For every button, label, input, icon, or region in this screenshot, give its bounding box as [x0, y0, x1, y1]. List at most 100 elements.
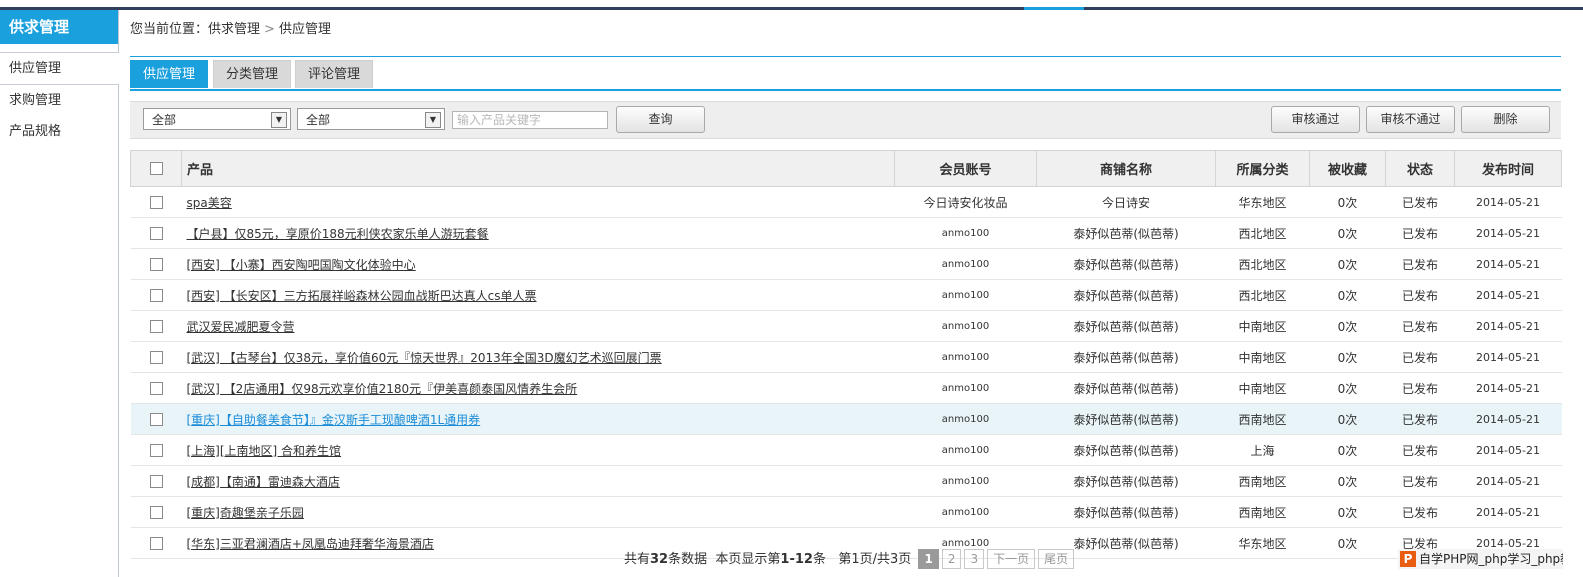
- cell-publish-time: 2014-05-21: [1454, 217, 1562, 249]
- top-bar: [0, 0, 1583, 10]
- cell-status: 已发布: [1385, 465, 1455, 497]
- product-link[interactable]: spa美容: [187, 196, 232, 210]
- row-select-cell[interactable]: [130, 465, 182, 497]
- tab-supply[interactable]: 供应管理: [130, 60, 209, 88]
- query-button[interactable]: 查询: [616, 106, 705, 133]
- row-checkbox[interactable]: [149, 196, 163, 209]
- sidebar-gap: [0, 44, 118, 53]
- table-row: 武汉爱民减肥夏令营 anmo100 泰妤似芭蒂(似芭蒂) 中南地区 0次 已发布 2014-…: [130, 310, 1562, 342]
- product-link[interactable]: [武汉] 【2店通用】仅98元欢享价值2180元『伊美喜颜泰国风情养生会所: [187, 382, 578, 396]
- reject-button[interactable]: 审核不通过: [1366, 106, 1455, 133]
- cell-status: 已发布: [1385, 248, 1455, 280]
- cell-publish-time: 2014-05-21: [1454, 279, 1562, 311]
- row-select-cell[interactable]: [130, 341, 182, 373]
- cell-status: 已发布: [1385, 310, 1455, 342]
- cell-category: 西北地区: [1215, 248, 1310, 280]
- tab-comments[interactable]: 评论管理: [295, 60, 374, 88]
- sidebar-item-spec[interactable]: 产品规格: [0, 116, 118, 147]
- page-1-button[interactable]: 1: [918, 549, 939, 569]
- row-select-cell[interactable]: [130, 279, 182, 311]
- row-checkbox[interactable]: [149, 289, 163, 302]
- cell-category: 西南地区: [1215, 403, 1310, 435]
- sidebar-item-supply[interactable]: 供应管理: [0, 53, 119, 85]
- cell-publish-time: 2014-05-21: [1454, 310, 1562, 342]
- product-link[interactable]: 武汉爱民减肥夏令营: [187, 320, 295, 334]
- product-link[interactable]: [武汉] 【古琴台】仅38元，享价值60元『惊天世界』2013年全国3D魔幻艺术…: [187, 351, 662, 365]
- row-checkbox[interactable]: [149, 258, 163, 271]
- row-select-cell[interactable]: [130, 372, 182, 404]
- delete-button[interactable]: 删除: [1461, 106, 1550, 133]
- cell-favorites: 0次: [1309, 372, 1386, 404]
- product-link[interactable]: [重庆]【自助餐美食节】』金汉斯手工现酿啤酒1L通用券: [187, 413, 481, 427]
- row-select-cell[interactable]: [130, 527, 182, 559]
- row-checkbox[interactable]: [149, 320, 163, 333]
- row-select-cell[interactable]: [130, 434, 182, 466]
- filter-select-1[interactable]: 全部 ▼: [143, 108, 291, 130]
- row-select-cell[interactable]: [130, 217, 182, 249]
- cell-product: [西安] 【小寨】西安陶吧国陶文化体验中心: [181, 248, 895, 280]
- product-link[interactable]: [成都]【南通】雷迪森大酒店: [187, 475, 340, 489]
- product-link[interactable]: [西安] 【小寨】西安陶吧国陶文化体验中心: [187, 258, 416, 272]
- cell-member-account: anmo100: [894, 403, 1037, 435]
- cell-favorites: 0次: [1309, 279, 1386, 311]
- next-page-button[interactable]: 下一页: [987, 549, 1036, 569]
- cell-favorites: 0次: [1309, 217, 1386, 249]
- product-link[interactable]: [华东]三亚君澜酒店+凤凰岛迪拜奢华海景酒店: [187, 537, 434, 551]
- cell-product: [上海][上南地区] 合和养生馆: [181, 434, 895, 466]
- filter-bar: 全部 ▼ 全部 ▼ 查询 审核通过 审核不通过 删除: [130, 101, 1561, 139]
- cell-category: 中南地区: [1215, 310, 1310, 342]
- pager-total-prefix: 共有: [624, 552, 651, 567]
- keyword-input[interactable]: [452, 111, 608, 129]
- product-link[interactable]: [西安] 【长安区】三方拓展祥峪森林公园血战斯巴达真人cs单人票: [187, 289, 537, 303]
- cell-category: 华东地区: [1215, 186, 1310, 218]
- page-3-button[interactable]: 3: [964, 549, 985, 569]
- row-checkbox[interactable]: [149, 506, 163, 519]
- header-select-all[interactable]: [130, 150, 182, 187]
- cell-product: spa美容: [181, 186, 895, 218]
- cell-favorites: 0次: [1309, 310, 1386, 342]
- row-select-cell[interactable]: [130, 248, 182, 280]
- cell-favorites: 0次: [1309, 527, 1386, 559]
- supply-table: 产品 会员账号 商铺名称 所属分类 被收藏 状态 发布时间 spa美容 今日诗安化…: [130, 150, 1562, 559]
- breadcrumb-level1[interactable]: 供求管理: [208, 22, 260, 37]
- tab-category[interactable]: 分类管理: [213, 60, 292, 88]
- cell-member-account: anmo100: [894, 465, 1037, 497]
- product-link[interactable]: [上海][上南地区] 合和养生馆: [187, 444, 342, 458]
- cell-category: 西南地区: [1215, 496, 1310, 528]
- cell-product: 【户县】仅85元，享原价188元利侠农家乐单人游玩套餐: [181, 217, 895, 249]
- cell-shop-name: 泰妤似芭蒂(似芭蒂): [1036, 279, 1216, 311]
- select-all-checkbox[interactable]: [149, 162, 163, 175]
- row-checkbox[interactable]: [149, 475, 163, 488]
- row-checkbox[interactable]: [149, 351, 163, 364]
- cell-publish-time: 2014-05-21: [1454, 465, 1562, 497]
- sidebar-item-purchase[interactable]: 求购管理: [0, 85, 118, 116]
- row-select-cell[interactable]: [130, 186, 182, 218]
- last-page-button[interactable]: 尾页: [1038, 549, 1075, 569]
- cell-status: 已发布: [1385, 217, 1455, 249]
- cell-favorites: 0次: [1309, 465, 1386, 497]
- table-row: [西安] 【长安区】三方拓展祥峪森林公园血战斯巴达真人cs单人票 anmo100 泰…: [130, 279, 1562, 311]
- header-status: 状态: [1385, 150, 1455, 187]
- header-publish-time: 发布时间: [1454, 150, 1562, 187]
- row-checkbox[interactable]: [149, 537, 163, 550]
- product-link[interactable]: [重庆]奇趣堡亲子乐园: [187, 506, 304, 520]
- row-select-cell[interactable]: [130, 310, 182, 342]
- page-2-button[interactable]: 2: [941, 549, 962, 569]
- cell-publish-time: 2014-05-21: [1454, 496, 1562, 528]
- row-checkbox[interactable]: [149, 444, 163, 457]
- row-select-cell[interactable]: [130, 496, 182, 528]
- site-watermark: P自学PHP网_php学习_php教程: [1398, 549, 1563, 569]
- row-checkbox[interactable]: [149, 413, 163, 426]
- row-select-cell[interactable]: [130, 403, 182, 435]
- filter-select-2[interactable]: 全部 ▼: [297, 108, 445, 130]
- header-member-account: 会员账号: [894, 150, 1037, 187]
- cell-product: [重庆]奇趣堡亲子乐园: [181, 496, 895, 528]
- cell-shop-name: 泰妤似芭蒂(似芭蒂): [1036, 403, 1216, 435]
- row-checkbox[interactable]: [149, 382, 163, 395]
- approve-button[interactable]: 审核通过: [1271, 106, 1360, 133]
- cell-status: 已发布: [1385, 279, 1455, 311]
- cell-member-account: anmo100: [894, 496, 1037, 528]
- breadcrumb: 您当前位置：供求管理 > 供应管理: [130, 18, 331, 37]
- row-checkbox[interactable]: [149, 227, 163, 240]
- product-link[interactable]: 【户县】仅85元，享原价188元利侠农家乐单人游玩套餐: [187, 227, 489, 241]
